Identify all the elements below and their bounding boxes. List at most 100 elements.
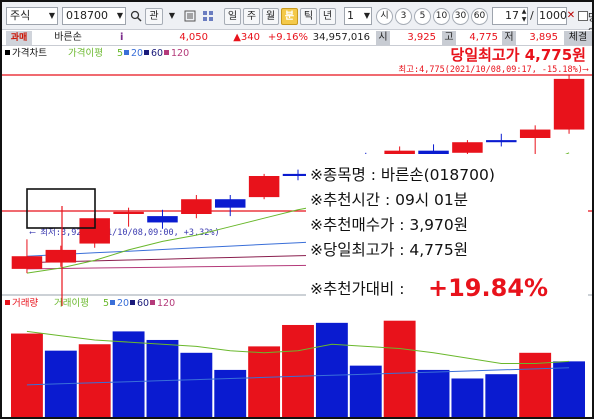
change-rate: +9.16% <box>267 32 308 43</box>
headline: 당일최고가 4,775원 <box>451 46 586 64</box>
candle-body <box>452 142 483 153</box>
volume-ma-label: 거래이평 <box>54 298 89 309</box>
ma120-swatch <box>164 50 169 55</box>
minute-circle-5[interactable]: 5 <box>414 8 431 25</box>
candle-body <box>486 140 517 143</box>
spinner-icon[interactable]: ▲ ▼ <box>520 8 528 25</box>
candle-body <box>181 199 212 214</box>
vol-ma120-swatch <box>150 300 155 305</box>
price-tab-square <box>5 50 10 55</box>
interval-value: 1 <box>347 9 354 22</box>
low-price: 3,895 <box>529 32 558 43</box>
volume-tab-square <box>5 300 10 305</box>
volume-bar <box>214 369 247 417</box>
info-recommend-price: ※추천매수가 : 3,970원 <box>310 216 468 234</box>
candle-body <box>519 129 551 138</box>
ratio-input[interactable]: 1000 <box>537 7 567 25</box>
vol-ma20-label: 20 <box>117 298 129 309</box>
ma20-swatch <box>124 50 129 55</box>
chevron-down-icon: ▼ <box>48 11 55 20</box>
volume-bar <box>282 324 314 417</box>
search-icon[interactable] <box>128 8 144 25</box>
high-label: 고 <box>442 31 456 45</box>
info-day-high: ※당일최고가 : 4,775원 <box>310 241 468 259</box>
info-panel: ※종목명 : 바른손(018700) ※추천시간 : 09시 01분 ※추천매수… <box>306 154 588 314</box>
volume-bar <box>485 374 518 417</box>
close-icon[interactable]: ✕ <box>566 8 576 25</box>
period-day[interactable]: 일 <box>224 8 241 25</box>
slash-separator: / <box>530 9 534 22</box>
volume-bar <box>248 346 281 417</box>
candle-body <box>553 78 585 130</box>
price-ma-label: 가격이평 <box>68 47 103 59</box>
ma5-label: 5 <box>117 48 123 59</box>
price-legend: 가격차트 가격이평 5 20 60 120 <box>5 47 189 59</box>
minute-circle-si[interactable]: 시 <box>376 8 393 25</box>
price-tab-label: 가격차트 <box>12 47 47 59</box>
info-gain-label: ※추천가대비 : <box>310 280 404 298</box>
overbought-badge: 과매 <box>6 31 32 45</box>
count-value: 17 <box>505 9 519 22</box>
price-chart: 가격차트 가격이평 5 20 60 120 당일최고가 4,775원 최고:4,… <box>2 46 592 417</box>
volume-bar <box>112 331 145 417</box>
info-stock-name: ※종목명 : 바른손(018700) <box>310 166 495 184</box>
candle-body <box>147 216 178 223</box>
market-select[interactable]: 주식 ▼ <box>6 7 58 25</box>
ma120-label: 120 <box>171 48 189 59</box>
vol-ma120-label: 120 <box>157 298 175 309</box>
period-month[interactable]: 월 <box>262 8 279 25</box>
list-icon[interactable] <box>182 8 198 25</box>
toolbar: 주식 ▼ 018700 ▼ 관 ▼ 일 주 월 분 틱 년 1 ▼ 시 3 5 … <box>2 2 592 39</box>
ma20-label: 20 <box>131 48 143 59</box>
interval-select[interactable]: 1 ▼ <box>344 7 372 25</box>
candle-body <box>45 249 77 263</box>
open-price: 3,925 <box>407 32 436 43</box>
candle-body <box>113 211 144 214</box>
volume-bar <box>451 378 484 417</box>
current-price: 4,050 <box>179 32 208 43</box>
quote-bar: 과매 바른손 i 4,050 ▲340 +9.16% 34,957,016 시 … <box>2 30 592 46</box>
vol-ma5-label: 5 <box>103 298 109 309</box>
grid-icon[interactable] <box>200 8 216 25</box>
candle-body <box>248 176 280 198</box>
market-select-value: 주식 <box>10 9 31 22</box>
volume-bar <box>553 361 585 417</box>
volume-bar <box>383 320 416 417</box>
period-week[interactable]: 주 <box>243 8 260 25</box>
chevron-down-icon: ▼ <box>363 11 370 20</box>
volume-bar <box>315 322 348 417</box>
minute-circle-10[interactable]: 10 <box>433 8 450 25</box>
low-label: 저 <box>502 31 516 45</box>
minute-circle-60[interactable]: 60 <box>471 8 488 25</box>
volume-bar <box>78 344 111 417</box>
chevron-down-icon[interactable]: ▼ <box>164 8 180 25</box>
ma60-label: 60 <box>151 48 163 59</box>
period-year[interactable]: 년 <box>319 8 336 25</box>
stock-name: 바른손 <box>54 32 82 43</box>
period-tick[interactable]: 틱 <box>300 8 317 25</box>
stock-code-input[interactable]: 018700 ▼ <box>62 7 126 25</box>
max-label: 최고:4,775(2021/10/08,09:17, -15.18%)⟶ <box>398 64 589 75</box>
candle-body <box>214 199 246 208</box>
settings-button[interactable]: 관 <box>145 8 163 25</box>
period-minute[interactable]: 분 <box>281 8 298 25</box>
vol-ma20-swatch <box>110 300 115 305</box>
volume-bar <box>11 333 43 417</box>
info-gain-value: +19.84% <box>428 274 548 302</box>
chevron-down-icon: ▼ <box>116 11 123 20</box>
trade-label: 체결 <box>564 31 592 45</box>
minute-circle-3[interactable]: 3 <box>395 8 412 25</box>
volume-bar <box>180 352 213 417</box>
info-icon[interactable]: i <box>120 31 123 45</box>
high-price: 4,775 <box>469 32 498 43</box>
ratio-value: 1000 <box>539 9 567 22</box>
minute-circle-30[interactable]: 30 <box>452 8 469 25</box>
open-label: 시 <box>376 31 390 45</box>
ma60-swatch <box>144 50 149 55</box>
chart-window: 주식 ▼ 018700 ▼ 관 ▼ 일 주 월 분 틱 년 1 ▼ 시 3 5 … <box>0 0 594 419</box>
volume: 34,957,016 <box>312 32 370 43</box>
volume-tab-label: 거래량 <box>12 297 38 309</box>
stock-code-value: 018700 <box>66 9 108 22</box>
candle-body <box>11 256 43 269</box>
price-change: ▲340 <box>233 32 260 43</box>
